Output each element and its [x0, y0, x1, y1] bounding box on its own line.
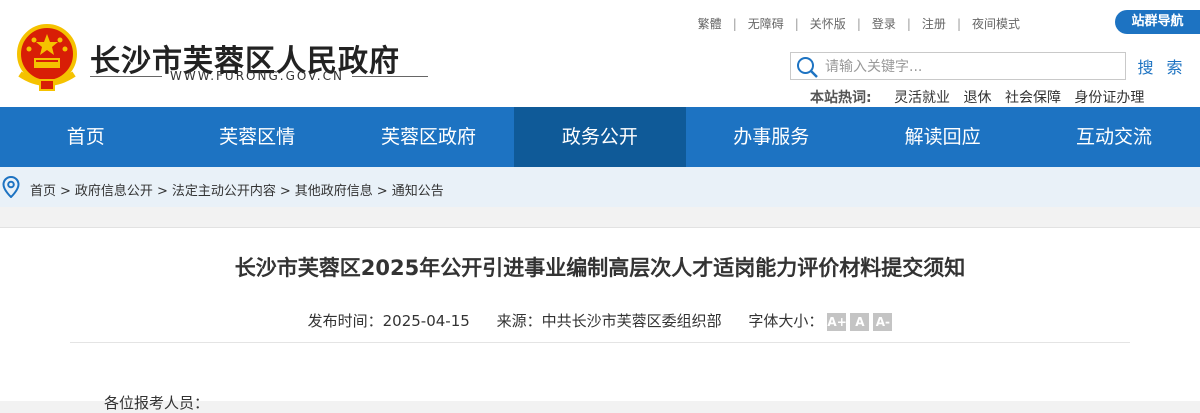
meta-divider [70, 342, 1130, 343]
nav-item-interaction[interactable]: 互动交流 [1028, 107, 1199, 167]
accessibility-link[interactable]: 无障碍 [748, 17, 784, 31]
font-increase-button[interactable]: A+ [827, 312, 847, 331]
font-size-label: 字体大小： [748, 312, 824, 330]
register-link[interactable]: 注册 [922, 17, 946, 31]
top-links: 繁體 | 无障碍 | 关怀版 | 登录 | 注册 | 夜间模式 [697, 17, 1020, 31]
publish-label: 发布时间： [307, 312, 383, 330]
nav-item-district-info[interactable]: 芙蓉区情 [171, 107, 342, 167]
main-nav: 首页 芙蓉区情 芙蓉区政府 政务公开 办事服务 解读回应 互动交流 [0, 107, 1200, 167]
search-button[interactable]: 搜 索 [1125, 52, 1198, 80]
breadcrumb-gov-info[interactable]: 政府信息公开 [75, 184, 153, 199]
article-meta: 发布时间：2025-04-15 来源：中共长沙市芙蓉区委组织部 字体大小： A+ A… [0, 310, 1200, 331]
login-link[interactable]: 登录 [872, 17, 896, 31]
hot-words: 本站热词: 灵活就业 退休 社会保障 身份证办理 [810, 87, 1153, 107]
domain-divider-right [356, 76, 428, 77]
breadcrumb-other-info[interactable]: 其他政府信息 [295, 184, 373, 199]
publish-date: 2025-04-15 [382, 312, 470, 330]
national-emblem-icon [17, 24, 77, 91]
hot-word-link[interactable]: 身份证办理 [1074, 90, 1144, 106]
font-decrease-button[interactable]: A- [873, 312, 893, 331]
elderly-mode-link[interactable]: 关怀版 [810, 17, 846, 31]
source-label: 来源： [496, 312, 542, 330]
search-input[interactable] [823, 53, 1127, 81]
location-pin-icon [2, 176, 20, 198]
search-icon [797, 57, 818, 78]
site-header: 长沙市芙蓉区人民政府 WWW.FURONG.GOV.CN 繁體 | 无障碍 | 关怀版 |… [0, 0, 1200, 107]
breadcrumb-statutory[interactable]: 法定主动公开内容 [172, 184, 276, 199]
article-body-first-line: 各位报考人员： [104, 394, 210, 412]
hot-word-link[interactable]: 灵活就业 [894, 90, 950, 106]
breadcrumb-home[interactable]: 首页 [30, 184, 56, 199]
nav-item-government-affairs[interactable]: 政务公开 [514, 107, 686, 167]
hot-words-label: 本站热词: [810, 90, 872, 106]
font-normal-button[interactable]: A [850, 312, 870, 331]
nav-item-services[interactable]: 办事服务 [686, 107, 857, 167]
site-group-nav-button[interactable]: 站群导航 [1115, 10, 1200, 34]
nav-item-district-government[interactable]: 芙蓉区政府 [343, 107, 514, 167]
nav-item-home[interactable]: 首页 [0, 107, 171, 167]
nav-item-interpretation[interactable]: 解读回应 [857, 107, 1028, 167]
hot-word-link[interactable]: 退休 [964, 90, 992, 106]
traditional-chinese-link[interactable]: 繁體 [698, 17, 722, 31]
source: 中共长沙市芙蓉区委组织部 [541, 312, 722, 330]
article-title: 长沙市芙蓉区2025年公开引进事业编制高层次人才适岗能力评价材料提交须知 [234, 256, 966, 280]
hot-word-link[interactable]: 社会保障 [1005, 90, 1061, 106]
domain-divider-left [90, 76, 162, 77]
breadcrumb-notices[interactable]: 通知公告 [392, 184, 444, 199]
breadcrumb: 首页 > 政府信息公开 > 法定主动公开内容 > 其他政府信息 > 通知公告 [30, 184, 444, 199]
night-mode-link[interactable]: 夜间模式 [972, 17, 1020, 31]
